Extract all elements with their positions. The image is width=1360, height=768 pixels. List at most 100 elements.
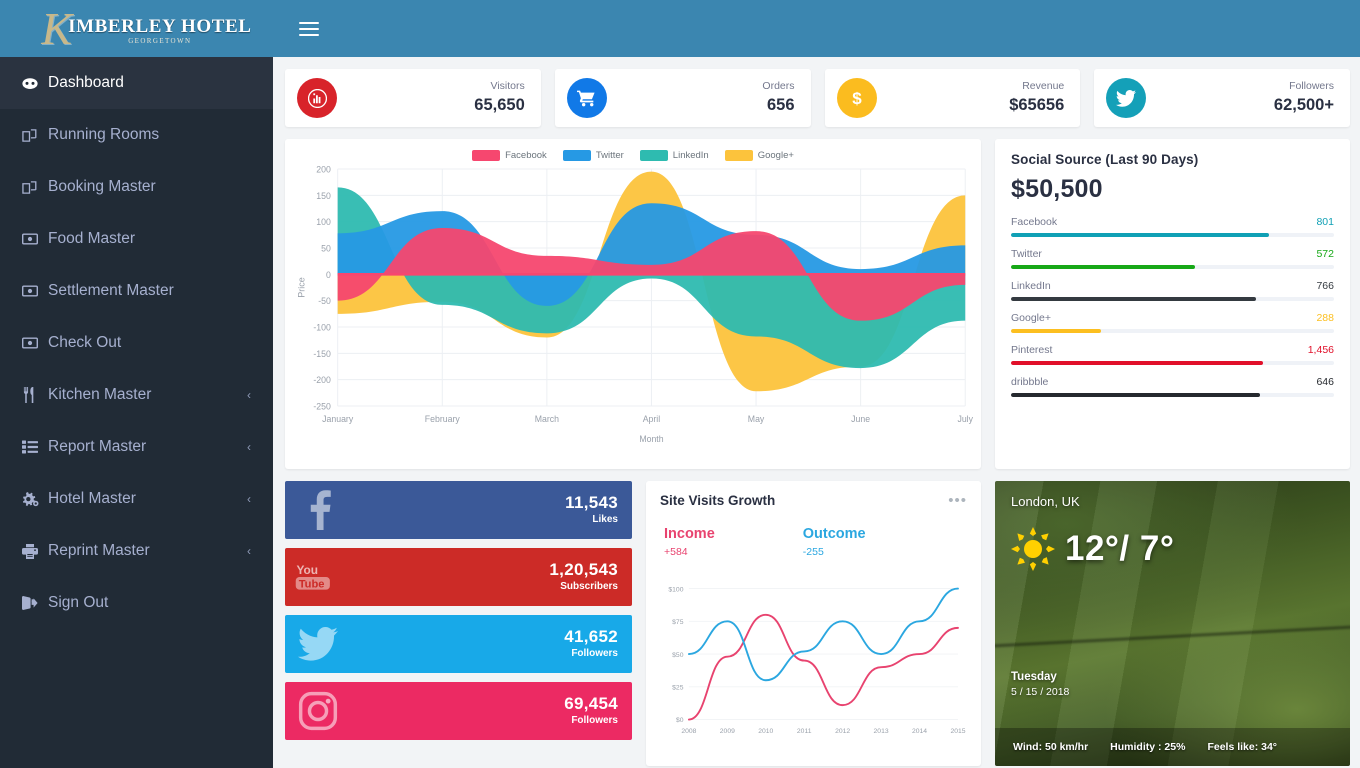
svg-text:$75: $75 — [672, 619, 684, 626]
weather-dayname: Tuesday — [1011, 671, 1057, 683]
sidebar-item-food-master[interactable]: Food Master — [0, 213, 273, 265]
legend-item-linkedin[interactable]: LinkedIn — [639, 150, 709, 161]
chevron-left-icon[interactable]: ‹ — [247, 544, 251, 558]
sidebar-item-running-rooms[interactable]: Running Rooms — [0, 109, 273, 161]
stat-card-visitors: Visitors 65,650 — [285, 69, 541, 127]
stat-value: $65656 — [1009, 95, 1065, 114]
chevron-left-icon[interactable]: ‹ — [247, 492, 251, 506]
chart-row: Facebook Twitter LinkedIn Google+ 200 150 100… — [285, 139, 1350, 469]
legend-item-twitter[interactable]: Twitter — [562, 150, 624, 161]
legend-label: Facebook — [505, 150, 547, 161]
chevron-left-icon[interactable]: ‹ — [247, 440, 251, 454]
stat-card-revenue: $ Revenue $65656 — [824, 69, 1081, 127]
legend-item-facebook[interactable]: Facebook — [472, 150, 547, 161]
svg-text:-100: -100 — [313, 322, 331, 332]
svg-text:You: You — [296, 563, 318, 577]
weather-date: 5 / 15 / 2018 — [1011, 686, 1070, 698]
visits-chart-plot: $0 $25 $50 $75 $100 2008 2009 2010 2011 2012 2013 2… — [660, 561, 967, 760]
social-tile-label: Followers — [571, 648, 618, 660]
dashboard-icon — [22, 75, 48, 91]
sidebar-item-kitchen-master[interactable]: Kitchen Master ‹ — [0, 369, 273, 421]
svg-text:2009: 2009 — [720, 728, 735, 735]
sidebar-item-booking-master[interactable]: Booking Master — [0, 161, 273, 213]
hamburger-icon[interactable] — [299, 18, 319, 40]
cutlery-icon — [22, 387, 48, 403]
chevron-left-icon[interactable]: ‹ — [247, 388, 251, 402]
svg-text:-200: -200 — [313, 375, 331, 385]
visits-more-icon[interactable]: ••• — [948, 493, 967, 508]
visits-legend-income: Income +584 — [664, 525, 715, 559]
sidebar-item-sign-out[interactable]: Sign Out — [0, 577, 273, 629]
sidebar-item-hotel-master[interactable]: Hotel Master ‹ — [0, 473, 273, 525]
svg-text:2015: 2015 — [950, 728, 965, 735]
source-value: 288 — [1316, 312, 1334, 324]
sidebar-item-check-out[interactable]: Check Out — [0, 317, 273, 369]
svg-text:200: 200 — [316, 164, 331, 174]
progress-track — [1011, 329, 1334, 333]
svg-text:150: 150 — [316, 191, 331, 201]
brand-initial: K — [41, 2, 73, 54]
weather-date-block: Tuesday 5 / 15 / 2018 — [1011, 671, 1069, 698]
legend-label: LinkedIn — [672, 150, 709, 161]
sidebar-item-report-master[interactable]: Report Master ‹ — [0, 421, 273, 473]
svg-text:2012: 2012 — [835, 728, 850, 735]
brand-logo[interactable]: K IMBERLEY HOTEL GEORGETOWN — [0, 0, 273, 57]
svg-text:January: January — [322, 414, 354, 424]
svg-text:Tube: Tube — [299, 578, 325, 590]
social-source-row-linkedin: LinkedIn 766 — [1011, 280, 1334, 301]
printer-icon — [22, 543, 48, 559]
progress-fill — [1011, 329, 1102, 333]
weather-widget: London, UK 12°/ 7° Tuesday 5 / 15 / 2018… — [995, 481, 1350, 766]
social-tile-facebook[interactable]: 11,543 Likes — [285, 481, 632, 539]
svg-text:100: 100 — [316, 217, 331, 227]
social-source-amount: $50,500 — [1011, 175, 1103, 203]
rooms-icon — [22, 128, 48, 143]
svg-text:March: March — [535, 414, 559, 424]
sidebar-item-label: Sign Out — [48, 594, 109, 611]
facebook-icon — [295, 487, 341, 533]
progress-track — [1011, 361, 1334, 365]
progress-track — [1011, 297, 1334, 301]
svg-text:-150: -150 — [313, 349, 331, 359]
weather-temperature: 12°/ 7° — [1065, 529, 1175, 568]
stat-value: 62,500+ — [1273, 95, 1334, 114]
svg-text:April: April — [643, 414, 660, 424]
visits-series-name: Income — [664, 526, 715, 542]
money-icon — [22, 335, 48, 351]
social-source-row-dribbble: dribbble 646 — [1011, 376, 1334, 397]
sidebar-item-label: Running Rooms — [48, 126, 160, 143]
social-tile-twitter[interactable]: 41,652 Followers — [285, 615, 632, 673]
social-tile-youtube[interactable]: You Tube 1,20,543 Subscribers — [285, 548, 632, 606]
sidebar-item-reprint-master[interactable]: Reprint Master ‹ — [0, 525, 273, 577]
svg-text:0: 0 — [326, 270, 331, 280]
legend-swatch — [472, 150, 501, 161]
legend-item-google-plus[interactable]: Google+ — [724, 150, 794, 161]
progress-fill — [1011, 233, 1270, 237]
sidebar-item-settlement-master[interactable]: Settlement Master — [0, 265, 273, 317]
brand-subtitle: GEORGETOWN — [128, 36, 192, 45]
svg-text:50: 50 — [321, 243, 331, 253]
svg-text:Month: Month — [639, 434, 663, 444]
stat-title: Followers — [1289, 80, 1334, 93]
svg-text:$100: $100 — [668, 587, 683, 594]
legend-label: Twitter — [595, 150, 624, 161]
social-tile-value: 1,20,543 — [549, 559, 618, 579]
sidebar-menu: Dashboard Running Rooms Booking Master Food… — [0, 57, 273, 629]
twitter-icon — [295, 621, 341, 667]
stat-title: Orders — [762, 80, 795, 93]
sidebar-item-dashboard[interactable]: Dashboard — [0, 57, 273, 109]
social-network-area-chart-card: Facebook Twitter LinkedIn Google+ 200 150 100… — [285, 139, 981, 469]
stat-value: 65,650 — [474, 95, 525, 114]
progress-track — [1011, 233, 1334, 237]
social-tile-instagram[interactable]: 69,454 Followers — [285, 682, 632, 740]
svg-text:$0: $0 — [676, 717, 684, 724]
line-series-income — [687, 614, 959, 721]
social-source-list: Facebook 801 Twitter 572 LinkedIn 766 Google+ 2… — [1011, 216, 1334, 397]
dashboard-content: Visitors 65,650 Orders 656 $ Revenue $65656 Fol… — [273, 57, 1360, 768]
site-visits-growth-card: Site Visits Growth ••• Income +584 Outcome… — [646, 481, 981, 766]
social-tile-value: 69,454 — [564, 693, 618, 713]
sidebar-item-label: Dashboard — [48, 74, 124, 91]
svg-text:2013: 2013 — [874, 728, 889, 735]
progress-fill — [1011, 297, 1257, 301]
instagram-icon — [295, 688, 341, 734]
